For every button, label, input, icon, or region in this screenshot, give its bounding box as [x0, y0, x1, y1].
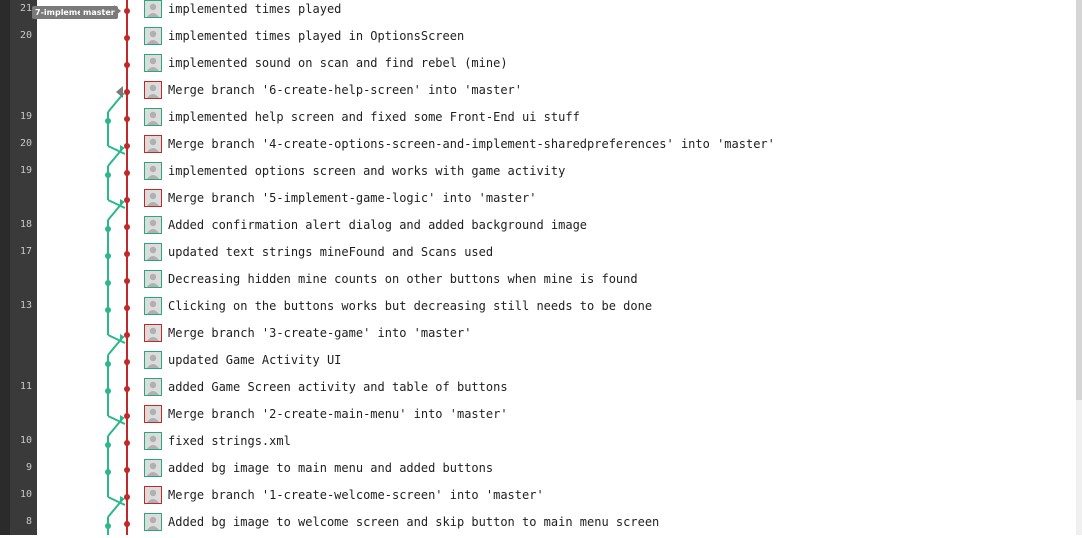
commit-message: Clicking on the buttons works but decrea… [168, 299, 653, 313]
vertical-scrollbar[interactable] [1076, 0, 1082, 535]
commit-list[interactable]: 21 implemented times played 20 implemented … [0, 0, 1082, 535]
author-avatar-icon [144, 81, 162, 99]
commit-row[interactable]: 17 updated text strings mineFound and Sca… [0, 241, 1082, 268]
commit-row[interactable]: 19 implemented help screen and fixed some… [0, 106, 1082, 133]
author-avatar-icon [144, 432, 162, 450]
commit-row[interactable]: 10 fixed strings.xml [0, 430, 1082, 457]
row-number: 17 [19, 246, 32, 257]
commit-message: Merge branch '5-implement-game-logic' in… [168, 191, 537, 205]
row-number: 20 [19, 30, 32, 41]
author-avatar-icon [144, 351, 162, 369]
commit-message: implemented times played [168, 2, 342, 16]
author-avatar-icon [144, 54, 162, 72]
row-number: 13 [19, 300, 32, 311]
commit-row[interactable]: 19 implemented options screen and works w… [0, 160, 1082, 187]
commit-row[interactable]: 11 added Game Screen activity and table o… [0, 376, 1082, 403]
commit-message: Added confirmation alert dialog and adde… [168, 218, 588, 232]
commit-message: Merge branch '2-create-main-menu' into '… [168, 407, 508, 421]
commit-message: Merge branch '4-create-options-screen-an… [168, 137, 775, 151]
row-number: 21 [19, 3, 32, 14]
author-avatar-icon [144, 459, 162, 477]
commit-row[interactable]: 20 Merge branch '4-create-options-screen-… [0, 133, 1082, 160]
commit-row[interactable]: Merge branch '6-create-help-screen' into… [0, 79, 1082, 106]
master-tag-arrow [116, 86, 123, 98]
commit-row[interactable]: updated Game Activity UI [0, 349, 1082, 376]
master-branch-tag[interactable]: master [80, 6, 118, 19]
author-avatar-icon [144, 297, 162, 315]
commit-message: Decreasing hidden mine counts on other b… [168, 272, 638, 286]
commit-message: fixed strings.xml [168, 434, 291, 448]
commit-message: implemented sound on scan and find rebel… [168, 56, 508, 70]
row-number: 10 [19, 435, 32, 446]
commit-message: implemented help screen and fixed some F… [168, 110, 580, 124]
commit-message: implemented times played in OptionsScree… [168, 29, 465, 43]
commit-row[interactable]: 20 implemented times played in OptionsScr… [0, 25, 1082, 52]
commit-message: updated Game Activity UI [168, 353, 342, 367]
author-avatar-icon [144, 27, 162, 45]
author-avatar-icon [144, 0, 162, 18]
commit-row[interactable]: Decreasing hidden mine counts on other b… [0, 268, 1082, 295]
author-avatar-icon [144, 486, 162, 504]
commit-row[interactable]: implemented sound on scan and find rebel… [0, 52, 1082, 79]
commit-row[interactable]: 18 Added confirmation alert dialog and ad… [0, 214, 1082, 241]
commit-message: added bg image to main menu and added bu… [168, 461, 494, 475]
commit-row[interactable]: 8 Added bg image to welcome screen and sk… [0, 511, 1082, 538]
author-avatar-icon [144, 189, 162, 207]
commit-message: added Game Screen activity and table of … [168, 380, 508, 394]
row-number: 20 [19, 138, 32, 149]
commit-row[interactable]: Merge branch '5-implement-game-logic' in… [0, 187, 1082, 214]
commit-row[interactable]: Merge branch '3-create-game' into 'maste… [0, 322, 1082, 349]
row-number: 19 [19, 165, 32, 176]
commit-row[interactable]: 9 added bg image to main menu and added b… [0, 457, 1082, 484]
commit-message: Merge branch '3-create-game' into 'maste… [168, 326, 472, 340]
author-avatar-icon [144, 324, 162, 342]
row-number: 9 [25, 462, 32, 473]
author-avatar-icon [144, 216, 162, 234]
commit-message: Merge branch '6-create-help-screen' into… [168, 83, 523, 97]
author-avatar-icon [144, 108, 162, 126]
author-avatar-icon [144, 270, 162, 288]
commit-row[interactable]: 13 Clicking on the buttons works but decr… [0, 295, 1082, 322]
commit-message: Added bg image to welcome screen and ski… [168, 515, 660, 529]
row-number: 10 [19, 489, 32, 500]
author-avatar-icon [144, 243, 162, 261]
commit-message: updated text strings mineFound and Scans… [168, 245, 494, 259]
author-avatar-icon [144, 135, 162, 153]
commit-row[interactable]: Merge branch '2-create-main-menu' into '… [0, 403, 1082, 430]
row-number: 11 [19, 381, 32, 392]
author-avatar-icon [144, 162, 162, 180]
author-avatar-icon [144, 513, 162, 531]
commit-message: implemented options screen and works wit… [168, 164, 566, 178]
row-number: 19 [19, 111, 32, 122]
commit-message: Merge branch '1-create-welcome-screen' i… [168, 488, 544, 502]
scrollbar-thumb[interactable] [1076, 0, 1082, 400]
row-number: 18 [19, 219, 32, 230]
commit-row[interactable]: 21 implemented times played [0, 0, 1082, 25]
author-avatar-icon [144, 378, 162, 396]
author-avatar-icon [144, 405, 162, 423]
row-number: 8 [25, 516, 32, 527]
commit-row[interactable]: 10 Merge branch '1-create-welcome-screen'… [0, 484, 1082, 511]
